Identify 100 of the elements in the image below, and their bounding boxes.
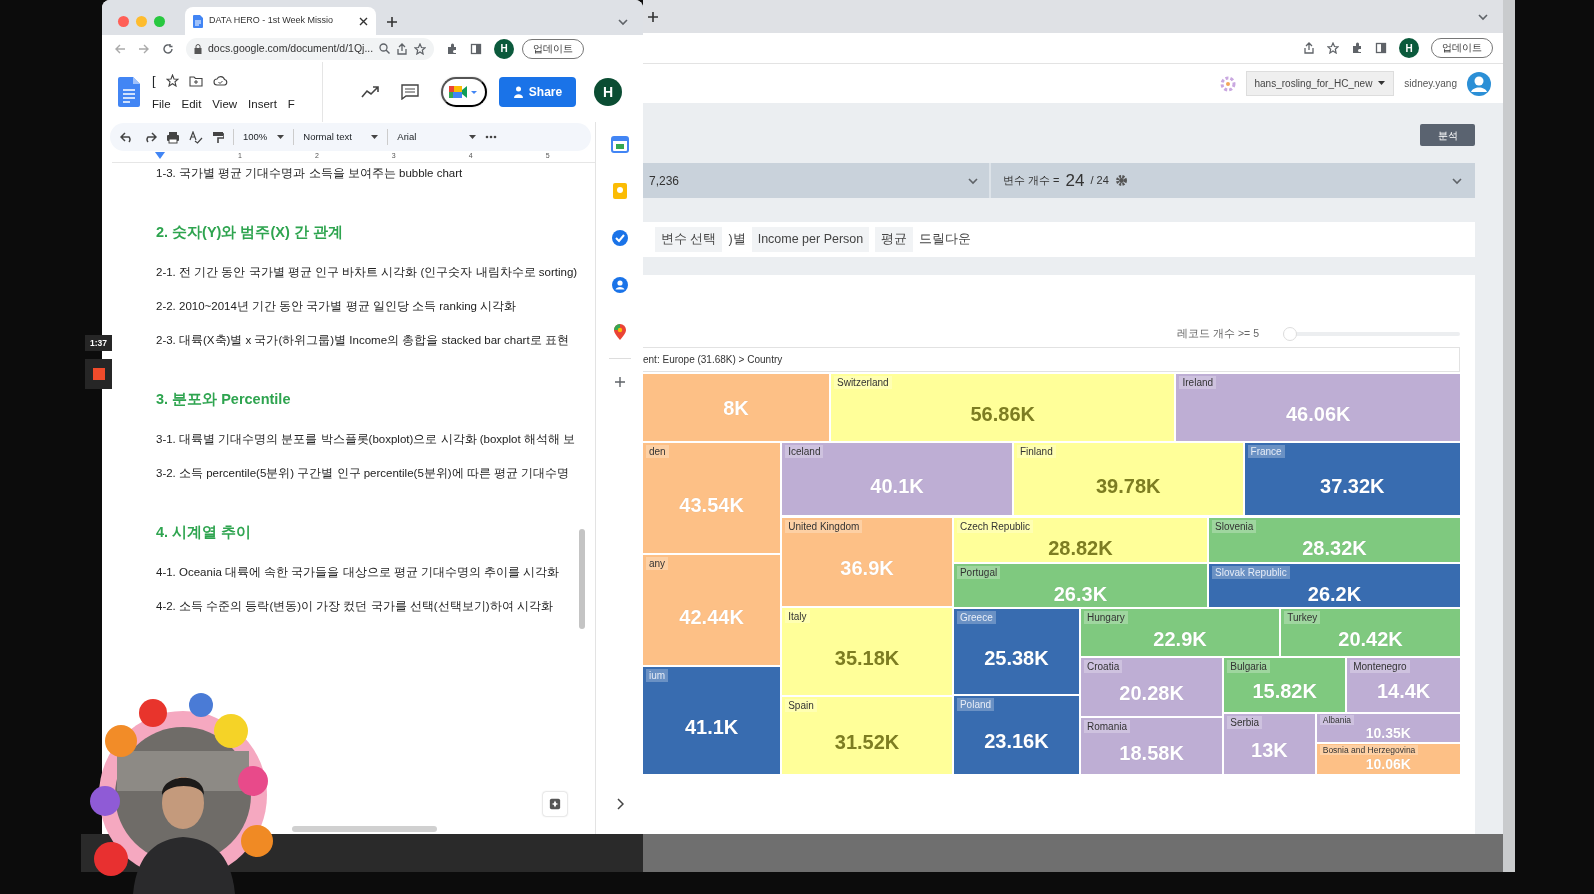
star-icon[interactable] xyxy=(1327,42,1339,54)
treemap-cell[interactable]: Finland 39.78K xyxy=(1013,443,1243,516)
treemap-cell[interactable]: Poland 23.16K xyxy=(953,695,1079,774)
scrollbar[interactable] xyxy=(292,826,437,832)
cell-label: United Kingdom xyxy=(785,519,863,533)
tasks-icon[interactable] xyxy=(610,229,629,247)
star-icon[interactable] xyxy=(165,74,179,88)
treemap-cell[interactable]: Romania 18.58K xyxy=(1080,718,1223,774)
profile-avatar[interactable]: H xyxy=(1399,38,1419,58)
zoom-icon[interactable] xyxy=(379,43,391,54)
document-title[interactable]: [ xyxy=(152,71,156,91)
more-icon[interactable] xyxy=(485,135,498,139)
sidebar-icon[interactable] xyxy=(470,42,483,55)
map-pin-icon[interactable] xyxy=(612,323,627,341)
analyze-button[interactable]: 분석 xyxy=(1420,124,1475,146)
trend-icon[interactable] xyxy=(361,86,379,98)
query-chip[interactable]: 변수 선택 xyxy=(655,227,723,252)
print-icon[interactable] xyxy=(166,130,180,144)
menu-item[interactable]: F xyxy=(287,95,295,113)
cell-value: 10.35K xyxy=(1364,724,1412,742)
account-avatar[interactable]: H xyxy=(594,78,622,106)
menu-item[interactable]: Insert xyxy=(248,95,277,113)
treemap-cell[interactable]: Croatia 20.28K xyxy=(1080,657,1223,716)
zoom-dropdown[interactable]: 100% xyxy=(243,129,285,145)
query-chip[interactable]: 평균 xyxy=(875,227,914,252)
treemap-cell[interactable]: Serbia 13K xyxy=(1224,713,1315,774)
treemap-cell[interactable]: Switzerland 56.86K xyxy=(831,374,1175,442)
treemap-cell[interactable]: Slovenia 28.32K xyxy=(1209,517,1460,563)
star-icon[interactable] xyxy=(414,42,427,55)
paint-format-icon[interactable] xyxy=(212,130,224,144)
cell-value: 15.82K xyxy=(1251,679,1318,705)
profile-avatar[interactable]: H xyxy=(494,38,515,59)
breadcrumb: ent: Europe (31.68K) > Country xyxy=(643,347,1460,372)
style-dropdown[interactable]: Normal text xyxy=(303,129,379,145)
settings-icon[interactable] xyxy=(1114,174,1128,187)
treemap-cell[interactable]: Albania 10.35K xyxy=(1316,713,1460,743)
cell-label: Greece xyxy=(956,611,996,625)
add-icon[interactable] xyxy=(613,376,626,388)
treemap-cell[interactable]: Turkey 20.42K xyxy=(1281,609,1460,656)
share-icon[interactable] xyxy=(1303,42,1315,54)
folder-icon[interactable] xyxy=(188,74,203,87)
slider-thumb[interactable] xyxy=(1283,327,1297,341)
cell-value: 8K xyxy=(722,395,750,421)
expand-icon[interactable] xyxy=(615,798,624,810)
user-avatar-icon[interactable] xyxy=(1467,71,1491,96)
close-icon[interactable] xyxy=(359,16,368,26)
meet-button[interactable] xyxy=(441,77,487,107)
cell-value: 37.32K xyxy=(1319,473,1386,499)
share-icon[interactable] xyxy=(396,42,409,55)
cell-label: Iceland xyxy=(785,445,824,459)
scrollbar[interactable] xyxy=(579,529,585,629)
contacts-icon[interactable] xyxy=(610,276,629,294)
cloud-icon[interactable] xyxy=(212,75,228,87)
treemap-cell[interactable]: Czech Republic 28.82K xyxy=(953,517,1207,563)
explore-button[interactable] xyxy=(543,792,567,816)
menu-item[interactable]: Edit xyxy=(181,95,202,113)
treemap-cell[interactable]: Bosnia and Herzegovina 10.06K xyxy=(1316,744,1460,774)
treemap-cell[interactable]: United Kingdom 36.9K xyxy=(782,517,952,607)
cell-value: 20.28K xyxy=(1118,681,1185,707)
font-dropdown[interactable]: Arial xyxy=(397,129,477,145)
menu-item[interactable]: View xyxy=(212,95,238,113)
treemap-cell[interactable]: France 37.32K xyxy=(1244,443,1460,516)
sidebar-icon[interactable] xyxy=(1375,42,1387,54)
menu-item[interactable]: File xyxy=(152,95,171,113)
project-dropdown[interactable]: hans_rosling_for_HC_new xyxy=(1245,71,1395,96)
new-tab-icon[interactable] xyxy=(647,10,659,23)
treemap-cell[interactable]: any 42.44K xyxy=(643,555,781,666)
redo-icon[interactable] xyxy=(143,131,157,143)
treemap-cell[interactable]: Iceland 40.1K xyxy=(782,443,1012,516)
treemap-cell[interactable]: den 43.54K xyxy=(643,443,781,554)
treemap-cell[interactable]: Slovak Republic 26.2K xyxy=(1209,564,1460,608)
treemap-cell[interactable]: ium 41.1K xyxy=(643,667,781,774)
spellcheck-icon[interactable] xyxy=(189,130,203,144)
calendar-icon[interactable] xyxy=(610,135,629,153)
treemap-cell[interactable]: Portugal 26.3K xyxy=(953,564,1207,608)
undo-icon[interactable] xyxy=(120,131,134,143)
docs-logo-icon[interactable] xyxy=(118,77,140,107)
extensions-icon[interactable] xyxy=(1351,42,1363,54)
treemap-cell[interactable]: Spain 31.52K xyxy=(782,696,952,774)
comment-icon[interactable] xyxy=(401,84,419,100)
address-bar[interactable]: docs.google.com/document/d/1Qj... xyxy=(186,37,435,60)
extensions-icon[interactable] xyxy=(446,42,459,55)
query-chip[interactable]: Income per Person xyxy=(751,227,870,252)
cell-value: 35.18K xyxy=(833,645,901,671)
browser-tab[interactable]: DATA HERO - 1st Week Missio xyxy=(185,7,376,35)
reload-icon[interactable] xyxy=(162,42,174,55)
update-button[interactable]: 업데이트 xyxy=(522,38,585,59)
update-button[interactable]: 업데이트 xyxy=(1431,38,1493,58)
share-button[interactable]: Share xyxy=(499,77,576,107)
treemap-cell[interactable]: Ireland 46.06K xyxy=(1176,374,1460,442)
new-tab-icon[interactable] xyxy=(386,15,398,28)
cell-label: Italy xyxy=(785,610,810,624)
treemap-cell[interactable]: Italy 35.18K xyxy=(782,608,952,695)
stop-button[interactable] xyxy=(85,359,112,389)
treemap-cell[interactable]: Hungary 22.9K xyxy=(1080,609,1280,656)
treemap-cell[interactable]: Montenegro 14.4K xyxy=(1347,657,1460,712)
treemap-cell[interactable]: Bulgaria 15.82K xyxy=(1224,657,1346,712)
person-icon xyxy=(512,85,524,99)
cell-label: Spain xyxy=(785,698,817,712)
treemap-cell[interactable]: Greece 25.38K xyxy=(953,609,1079,694)
